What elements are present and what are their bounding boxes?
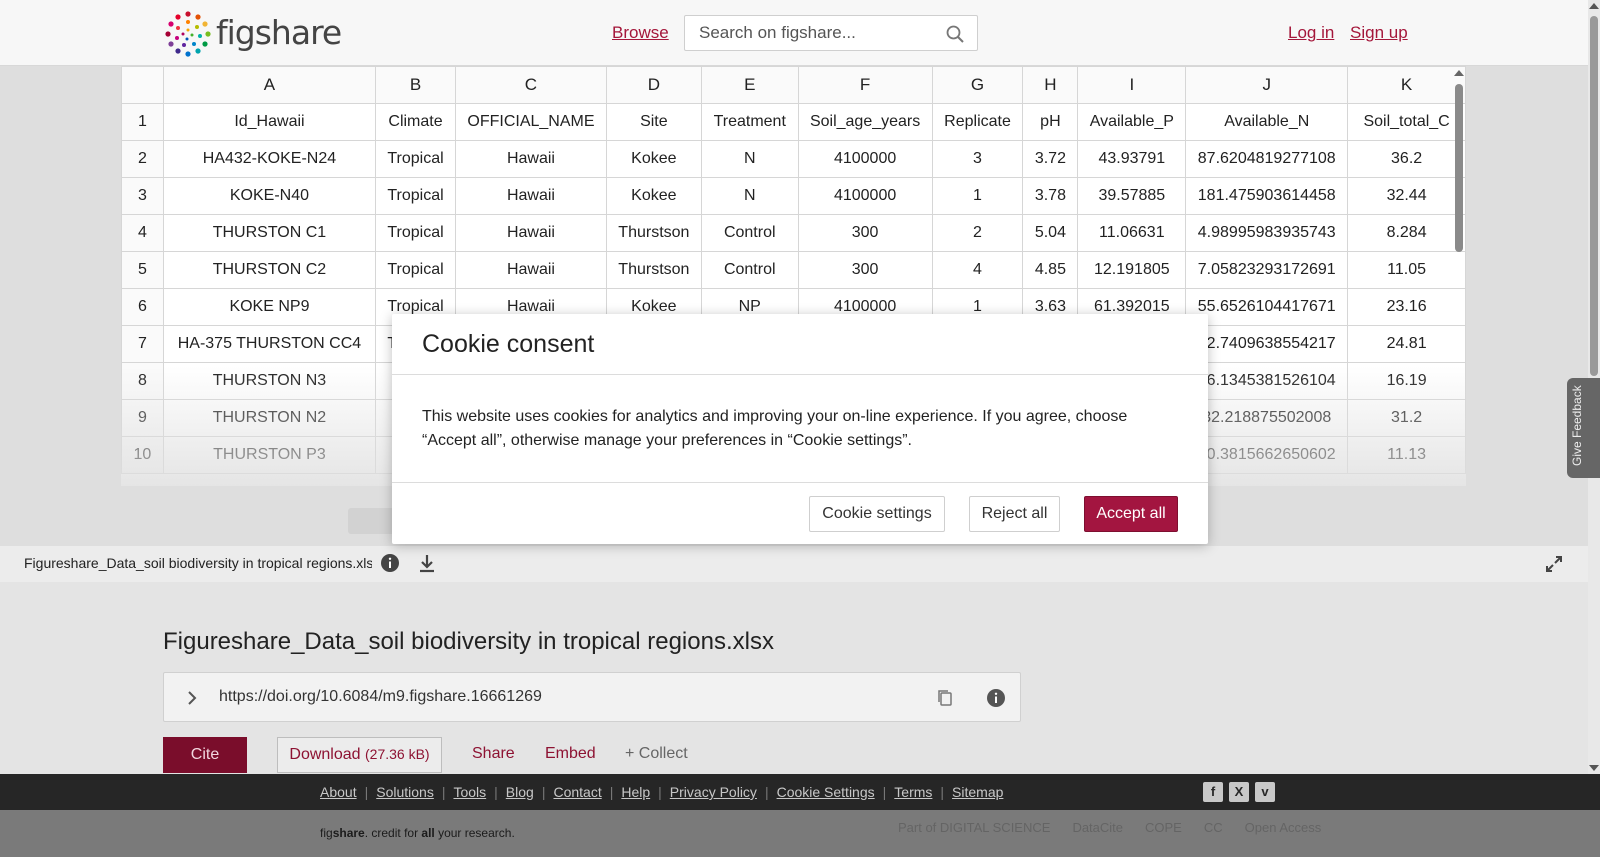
modal-title: Cookie consent	[422, 330, 595, 358]
accept-all-button[interactable]: Accept all	[1084, 496, 1178, 532]
modal-body: This website uses cookies for analytics …	[392, 375, 1208, 483]
reject-all-button[interactable]: Reject all	[969, 496, 1060, 532]
modal-footer: Cookie settings Reject all Accept all	[392, 483, 1208, 543]
modal-overlay: Cookie consent This website uses cookies…	[0, 0, 1600, 857]
modal-header: Cookie consent	[392, 314, 1208, 375]
cookie-settings-button[interactable]: Cookie settings	[809, 496, 945, 532]
cookie-consent-modal: Cookie consent This website uses cookies…	[392, 314, 1208, 544]
